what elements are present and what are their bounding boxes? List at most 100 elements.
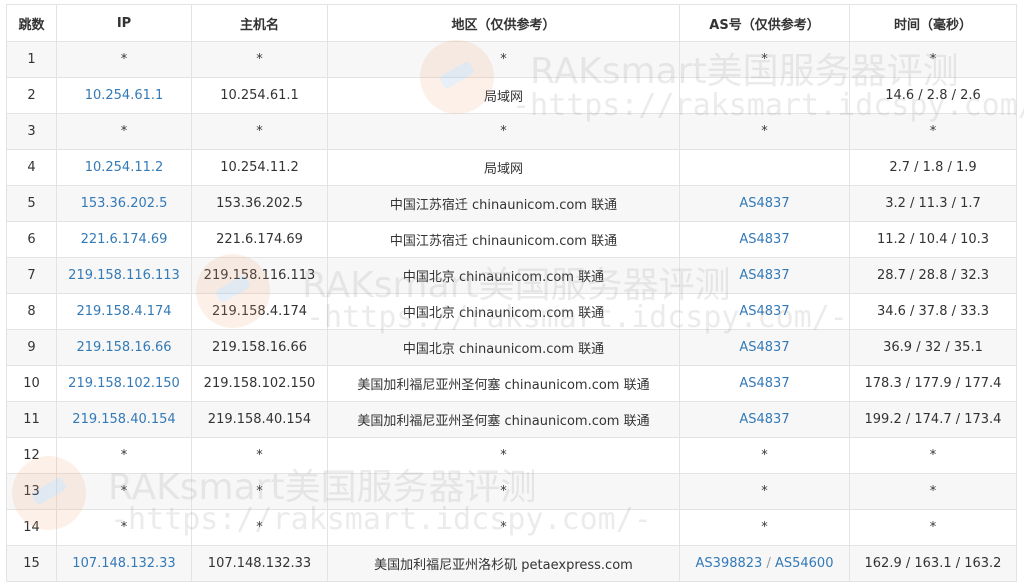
ip-cell: 219.158.16.66	[56, 329, 192, 366]
as-number-link[interactable]: AS4837	[739, 340, 789, 355]
as-number-text: *	[761, 448, 768, 463]
as-number-link[interactable]: AS4837	[739, 232, 789, 247]
as-number-text: *	[761, 484, 768, 499]
ip-text: *	[120, 448, 128, 463]
as-number-cell: *	[679, 509, 850, 546]
time-text: 34.6 / 37.8 / 33.3	[876, 304, 990, 319]
as-number-cell: *	[679, 473, 850, 510]
table-row: 8 219.158.4.174 219.158.4.174 中国北京 chinauni…	[6, 293, 1017, 330]
as-number-link[interactable]: AS398823	[696, 556, 763, 571]
hostname-cell: 219.158.16.66	[191, 329, 328, 366]
ip-link[interactable]: 219.158.116.113	[68, 268, 180, 283]
time-cell: 14.6 / 2.8 / 2.6	[849, 77, 1017, 114]
time-cell: 178.3 / 177.9 / 177.4	[849, 365, 1017, 402]
hop-number-cell: 12	[6, 437, 57, 474]
region-cell: *	[327, 41, 680, 78]
table-row: 5 153.36.202.5 153.36.202.5 中国江苏宿迁 chinauni…	[6, 185, 1017, 222]
region-cell: *	[327, 509, 680, 546]
time-cell: 28.7 / 28.8 / 32.3	[849, 257, 1017, 294]
as-number-link[interactable]: AS4837	[739, 196, 789, 211]
region-text: 中国北京 chinaunicom.com 联通	[402, 342, 605, 357]
as-number-link[interactable]: AS54600	[775, 556, 834, 571]
column-header-hostname: 主机名	[191, 4, 328, 42]
time-cell: 34.6 / 37.8 / 33.3	[849, 293, 1017, 330]
ip-cell: 219.158.40.154	[56, 401, 192, 438]
region-text: 中国江苏宿迁 chinaunicom.com 联通	[389, 198, 618, 213]
as-number-text: *	[761, 52, 768, 67]
column-header-hop: 跳数	[6, 4, 57, 42]
region-text: 美国加利福尼亚州洛杉矶 petaexpress.com	[374, 558, 633, 573]
hop-number-cell: 10	[6, 365, 57, 402]
table-row: 3 * * * * *	[6, 113, 1017, 150]
hostname-cell: 153.36.202.5	[191, 185, 328, 222]
as-number-link[interactable]: AS4837	[739, 412, 789, 427]
hostname-cell: 221.6.174.69	[191, 221, 328, 258]
ip-link[interactable]: 219.158.40.154	[72, 412, 175, 427]
time-cell: *	[849, 473, 1017, 510]
region-text: 局域网	[483, 162, 523, 177]
region-cell: 美国加利福尼亚州圣何塞 chinaunicom.com 联通	[327, 401, 680, 438]
hop-number-cell: 4	[6, 149, 57, 186]
region-cell: 局域网	[327, 149, 680, 186]
region-cell: 美国加利福尼亚州洛杉矶 petaexpress.com	[327, 545, 680, 582]
hostname-cell: 219.158.40.154	[191, 401, 328, 438]
as-number-cell: *	[679, 41, 850, 78]
hostname-cell: 219.158.4.174	[191, 293, 328, 330]
ip-cell: 219.158.4.174	[56, 293, 192, 330]
hostname-cell: 219.158.116.113	[191, 257, 328, 294]
time-text: *	[929, 484, 937, 499]
ip-text: *	[120, 124, 128, 139]
table-row: 12 * * * * *	[6, 437, 1017, 474]
ip-cell: 219.158.102.150	[56, 365, 192, 402]
ip-link[interactable]: 10.254.61.1	[85, 88, 164, 103]
ip-cell: 219.158.116.113	[56, 257, 192, 294]
time-cell: *	[849, 509, 1017, 546]
hop-number-cell: 1	[6, 41, 57, 78]
hop-number-cell: 5	[6, 185, 57, 222]
as-number-link[interactable]: AS4837	[739, 376, 789, 391]
region-text: 美国加利福尼亚州圣何塞 chinaunicom.com 联通	[357, 414, 650, 429]
hop-number-text: 4	[27, 160, 36, 175]
hop-number-text: 3	[27, 124, 36, 139]
hostname-cell: *	[191, 113, 328, 150]
ip-link[interactable]: 10.254.11.2	[85, 160, 164, 175]
time-text: 162.9 / 163.1 / 163.2	[864, 556, 1002, 571]
hostname-cell: *	[191, 473, 328, 510]
hop-number-text: 12	[23, 448, 40, 463]
hop-number-text: 15	[23, 556, 40, 571]
ip-cell: 153.36.202.5	[56, 185, 192, 222]
as-number-cell	[679, 77, 850, 114]
ip-link[interactable]: 219.158.16.66	[76, 340, 171, 355]
hop-number-cell: 11	[6, 401, 57, 438]
time-cell: 2.7 / 1.8 / 1.9	[849, 149, 1017, 186]
ip-link[interactable]: 219.158.4.174	[76, 304, 171, 319]
hop-number-cell: 6	[6, 221, 57, 258]
region-cell: *	[327, 437, 680, 474]
region-text: *	[500, 520, 507, 535]
as-number-link[interactable]: AS4837	[739, 304, 789, 319]
as-number-cell: *	[679, 113, 850, 150]
ip-link[interactable]: 107.148.132.33	[72, 556, 175, 571]
as-number-cell: AS4837	[679, 257, 850, 294]
ip-cell: *	[56, 41, 192, 78]
time-text: *	[929, 520, 937, 535]
hostname-text: 219.158.102.150	[203, 376, 316, 391]
ip-link[interactable]: 221.6.174.69	[81, 232, 168, 247]
hop-number-cell: 15	[6, 545, 57, 582]
region-cell: *	[327, 113, 680, 150]
hop-number-cell: 13	[6, 473, 57, 510]
time-text: *	[929, 52, 937, 67]
region-text: 中国江苏宿迁 chinaunicom.com 联通	[389, 234, 618, 249]
region-cell: 中国北京 chinaunicom.com 联通	[327, 293, 680, 330]
ip-link[interactable]: 219.158.102.150	[68, 376, 180, 391]
as-number-cell: AS398823 / AS54600	[679, 545, 850, 582]
hop-number-text: 1	[27, 52, 36, 67]
ip-cell: *	[56, 113, 192, 150]
hostname-text: 219.158.4.174	[211, 304, 308, 319]
region-text: 美国加利福尼亚州圣何塞 chinaunicom.com 联通	[357, 378, 650, 393]
table-row: 9 219.158.16.66 219.158.16.66 中国北京 chinauni…	[6, 329, 1017, 366]
ip-link[interactable]: 153.36.202.5	[81, 196, 168, 211]
hostname-text: *	[256, 448, 263, 463]
hostname-cell: 107.148.132.33	[191, 545, 328, 582]
as-number-link[interactable]: AS4837	[739, 268, 789, 283]
